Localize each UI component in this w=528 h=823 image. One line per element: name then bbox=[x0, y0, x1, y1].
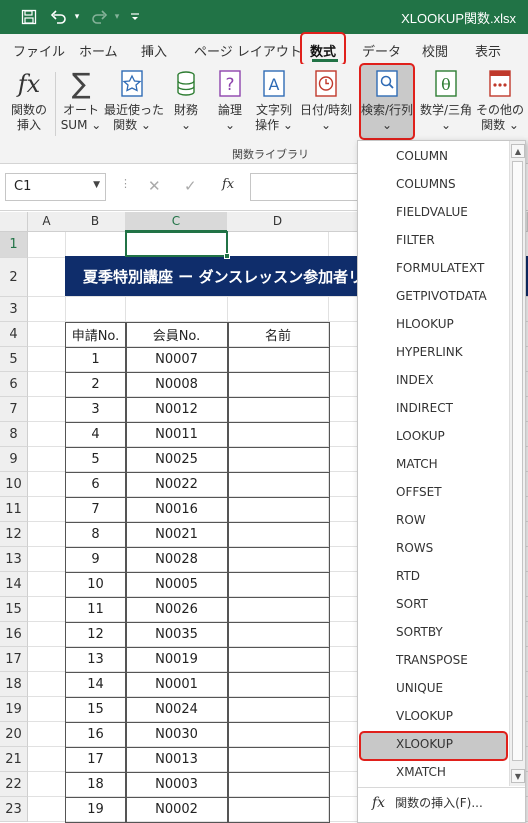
function-item-row[interactable]: ROW bbox=[396, 506, 426, 534]
lookup-functions-dropdown: COLUMN COLUMNS FIELDVALUE FILTER FORMULATEXT… bbox=[357, 140, 526, 823]
function-item-fieldvalue[interactable]: FIELDVALUE bbox=[396, 198, 468, 226]
function-item-match[interactable]: MATCH bbox=[396, 450, 438, 478]
scroll-up-icon[interactable]: ▲ bbox=[511, 144, 525, 158]
function-item-formulatext[interactable]: FORMULATEXT bbox=[396, 254, 484, 282]
scrollbar-thumb[interactable] bbox=[512, 161, 523, 761]
function-item-getpivotdata[interactable]: GETPIVOTDATA bbox=[396, 282, 487, 310]
function-item-sortby[interactable]: SORTBY bbox=[396, 618, 443, 646]
insert-function-menu-label: 関数の挿入(F)... bbox=[395, 796, 483, 810]
function-item-filter[interactable]: FILTER bbox=[396, 226, 435, 254]
function-item-transpose[interactable]: TRANSPOSE bbox=[396, 646, 468, 674]
function-item-xmatch[interactable]: XMATCH bbox=[396, 758, 446, 786]
fx-icon: fx bbox=[372, 794, 386, 811]
function-item-hlookup[interactable]: HLOOKUP bbox=[396, 310, 454, 338]
function-item-column[interactable]: COLUMN bbox=[396, 142, 448, 170]
function-item-hyperlink[interactable]: HYPERLINK bbox=[396, 338, 463, 366]
function-item-offset[interactable]: OFFSET bbox=[396, 478, 442, 506]
dropdown-scrollbar[interactable]: ▲ ▼ bbox=[509, 141, 525, 786]
function-item-vlookup[interactable]: VLOOKUP bbox=[396, 702, 453, 730]
dropdown-divider bbox=[358, 787, 525, 788]
function-item-rtd[interactable]: RTD bbox=[396, 562, 420, 590]
function-item-unique[interactable]: UNIQUE bbox=[396, 674, 443, 702]
scroll-down-icon[interactable]: ▼ bbox=[511, 769, 525, 783]
function-item-index[interactable]: INDEX bbox=[396, 366, 434, 394]
function-item-columns[interactable]: COLUMNS bbox=[396, 170, 456, 198]
function-item-indirect[interactable]: INDIRECT bbox=[396, 394, 453, 422]
function-item-lookup[interactable]: LOOKUP bbox=[396, 422, 445, 450]
function-item-xlookup[interactable]: XLOOKUP bbox=[396, 730, 453, 758]
function-item-rows[interactable]: ROWS bbox=[396, 534, 433, 562]
function-item-sort[interactable]: SORT bbox=[396, 590, 428, 618]
insert-function-menu-item[interactable]: fx 関数の挿入(F)... bbox=[372, 794, 483, 811]
